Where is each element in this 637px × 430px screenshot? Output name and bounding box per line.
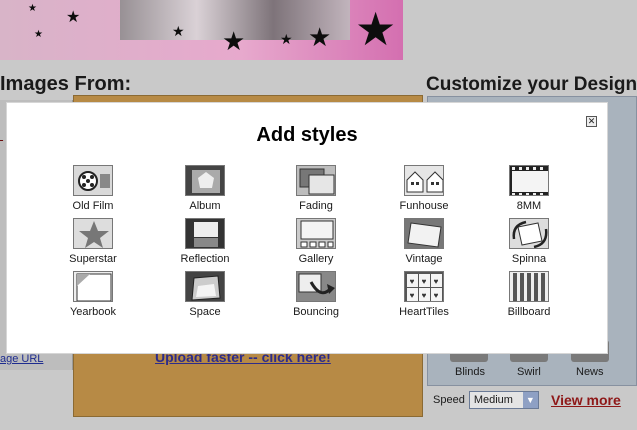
style-label: 8MM <box>516 200 542 212</box>
style-album[interactable]: Album <box>160 165 250 212</box>
star-icon: ★ <box>222 26 246 56</box>
yearbook-icon <box>73 271 113 302</box>
style-space[interactable]: Space <box>160 271 250 318</box>
speed-value: Medium <box>473 394 513 406</box>
style-swirl-label: Swirl <box>517 366 541 378</box>
style-label: Bouncing <box>293 306 339 318</box>
star-icon: ★ <box>66 9 81 26</box>
style-superstar[interactable]: Superstar <box>48 218 138 265</box>
add-styles-dialog: Add styles ✕ Old Film Album Fading Funho… <box>6 102 608 354</box>
style-vintage[interactable]: Vintage <box>379 218 469 265</box>
style-label: Yearbook <box>69 306 117 318</box>
dialog-title: Add styles <box>256 124 358 146</box>
style-label: Vintage <box>405 253 443 265</box>
vintage-icon <box>404 218 444 249</box>
svg-text:♥: ♥ <box>434 291 439 300</box>
space-icon <box>185 271 225 302</box>
style-hearttiles[interactable]: ♥ ♥ ♥ ♥ ♥ ♥ HeartTiles <box>379 271 469 318</box>
spinna-icon <box>509 218 549 249</box>
8mm-icon <box>509 165 549 196</box>
style-old-film[interactable]: Old Film <box>48 165 138 212</box>
style-label: Billboard <box>507 306 551 318</box>
style-billboard[interactable]: Billboard <box>484 271 574 318</box>
billboard-icon <box>509 271 549 302</box>
speed-label: Speed <box>433 394 465 406</box>
style-label: Old Film <box>72 200 114 212</box>
style-news-label: News <box>576 366 604 378</box>
funhouse-icon <box>404 165 444 196</box>
style-label: Album <box>189 200 221 212</box>
chevron-down-icon: ▼ <box>522 392 538 408</box>
hearttiles-icon: ♥ ♥ ♥ ♥ ♥ ♥ <box>404 271 444 302</box>
star-icon: ★ <box>28 3 37 14</box>
svg-text:♥: ♥ <box>410 277 415 286</box>
style-yearbook[interactable]: Yearbook <box>48 271 138 318</box>
images-from-heading: Images From: <box>0 73 132 95</box>
style-label: HeartTiles <box>399 306 449 318</box>
svg-text:♥: ♥ <box>410 291 415 300</box>
svg-text:♥: ♥ <box>434 277 439 286</box>
star-icon: ★ <box>172 23 185 39</box>
svg-text:♥: ♥ <box>422 291 427 300</box>
style-fading[interactable]: Fading <box>271 165 361 212</box>
style-label: Spinna <box>511 253 547 265</box>
album-icon <box>185 165 225 196</box>
star-icon: ★ <box>280 31 293 47</box>
style-label: Space <box>189 306 221 318</box>
style-blinds-label: Blinds <box>455 366 485 378</box>
style-label: Superstar <box>69 253 117 265</box>
speed-row: Speed Medium ▼ <box>433 391 539 409</box>
star-icon: ★ <box>34 29 43 40</box>
style-reflection[interactable]: Reflection <box>160 218 250 265</box>
reflection-icon <box>185 218 225 249</box>
header-banner: ★ ★ ★ ★ ★ ★ ★ ★ <box>0 0 403 60</box>
star-icon: ★ <box>308 22 332 52</box>
svg-text:♥: ♥ <box>422 277 427 286</box>
image-url-link[interactable]: age URL <box>0 353 43 365</box>
star-icon: ★ <box>355 3 397 55</box>
style-label: Fading <box>299 200 333 212</box>
style-funhouse[interactable]: Funhouse <box>379 165 469 212</box>
close-icon[interactable]: ✕ <box>586 116 597 127</box>
style-label: Funhouse <box>399 200 449 212</box>
source-link[interactable] <box>0 130 3 142</box>
style-spinna[interactable]: Spinna <box>484 218 574 265</box>
style-8mm[interactable]: 8MM <box>484 165 574 212</box>
style-label: Gallery <box>298 253 334 265</box>
old-film-icon <box>73 165 113 196</box>
superstar-icon <box>73 218 113 249</box>
view-more-link[interactable]: View more <box>551 392 621 408</box>
speed-select[interactable]: Medium ▼ <box>468 391 539 409</box>
style-bouncing[interactable]: Bouncing <box>271 271 361 318</box>
fading-icon <box>296 165 336 196</box>
style-label: Reflection <box>180 253 230 265</box>
bouncing-icon <box>296 271 336 302</box>
style-gallery[interactable]: Gallery <box>271 218 361 265</box>
customize-heading: Customize your Design <box>426 74 637 95</box>
gallery-icon <box>296 218 336 249</box>
